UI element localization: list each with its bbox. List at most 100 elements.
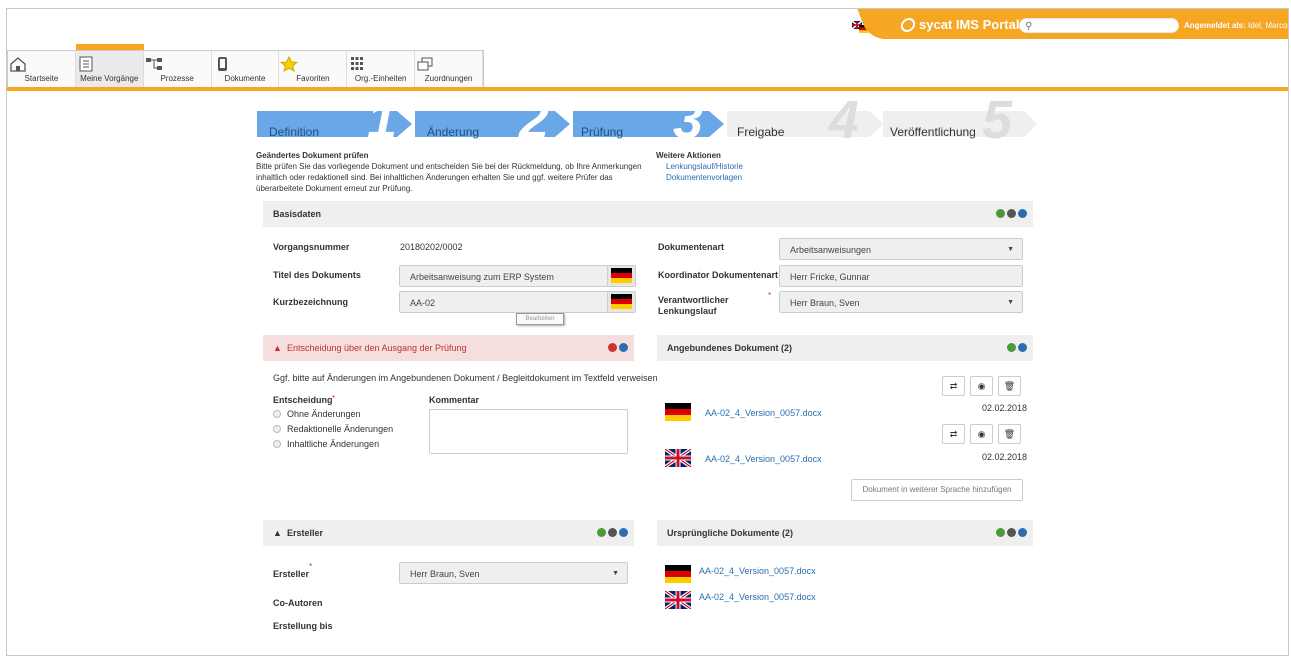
coautoren-label: Co-Autoren: [273, 598, 323, 608]
radio-label: Redaktionelle Änderungen: [287, 424, 394, 434]
swap-button[interactable]: ⇄: [942, 376, 965, 396]
nav-label: Prozesse: [160, 74, 194, 83]
doc-link[interactable]: AA-02_4_Version_0057.docx: [699, 592, 816, 602]
collapse-up-icon: ▲: [273, 343, 282, 353]
panel-title: Basisdaten: [273, 209, 322, 219]
doc-link[interactable]: AA-02_4_Version_0057.docx: [705, 454, 822, 464]
delete-button[interactable]: 🗑: [998, 424, 1021, 444]
ersteller-header[interactable]: ▲ Ersteller: [263, 520, 634, 546]
radio-label: Ohne Änderungen: [287, 409, 361, 419]
nav-startseite[interactable]: Startseite: [8, 51, 76, 88]
step-label: Prüfung: [581, 125, 624, 139]
nav-accent-line: [7, 87, 1288, 91]
windows-icon: [417, 57, 433, 71]
process-icon: [145, 58, 162, 70]
dokart-select[interactable]: Arbeitsanweisungen ▼: [779, 238, 1023, 260]
de-flag-button[interactable]: [607, 266, 635, 286]
check-icon[interactable]: [1007, 343, 1016, 352]
download-icon: ◉: [977, 429, 986, 439]
trash-icon: 🗑: [1003, 429, 1016, 439]
step-definition[interactable]: Definition 1: [261, 90, 411, 150]
step-label: Definition: [269, 125, 320, 139]
erstellung-bis-label: Erstellung bis: [273, 621, 333, 631]
radio-circle: [273, 440, 281, 448]
home-icon: [10, 57, 26, 72]
swap-icon: ⇄: [949, 429, 958, 439]
kommentar-textarea[interactable]: [429, 409, 628, 454]
titel-label: Titel des Dokuments: [273, 270, 361, 280]
help-icon[interactable]: [1018, 343, 1027, 352]
doc-date: 02.02.2018: [982, 403, 1028, 413]
delete-button[interactable]: 🗑: [998, 376, 1021, 396]
nav-prozesse[interactable]: Prozesse: [144, 51, 212, 88]
step-pruefung[interactable]: Prüfung 3: [573, 90, 723, 150]
doc-link[interactable]: AA-02_4_Version_0057.docx: [699, 566, 816, 576]
radio-inhaltliche[interactable]: Inhaltliche Änderungen: [273, 439, 379, 449]
nav-label: Dokumente: [224, 74, 266, 83]
nav-zuordnungen[interactable]: Zuordnungen: [415, 51, 484, 88]
download-button[interactable]: ◉: [970, 424, 993, 444]
radio-ohne-aenderungen[interactable]: Ohne Änderungen: [273, 409, 361, 419]
nav-dokumente[interactable]: Dokumente: [212, 51, 280, 88]
help-icon[interactable]: [619, 528, 628, 537]
chevron-down-icon: ▼: [612, 570, 619, 577]
entscheidung-label: Entscheidung: [273, 395, 333, 405]
field-value: Arbeitsanweisungen: [790, 245, 872, 255]
search-input[interactable]: ⚲: [1019, 18, 1179, 33]
radio-redaktionelle[interactable]: Redaktionelle Änderungen: [273, 424, 393, 434]
check-icon[interactable]: [597, 528, 606, 537]
chevron-down-icon: ▼: [1007, 299, 1014, 306]
nav-label: Favoriten: [296, 74, 330, 83]
check-icon[interactable]: [996, 209, 1005, 218]
help-icon[interactable]: [619, 343, 628, 352]
download-button[interactable]: ◉: [970, 376, 993, 396]
field-value: Herr Braun, Sven: [790, 298, 860, 308]
de-flag-button[interactable]: [607, 292, 635, 312]
step-number: 1: [367, 90, 398, 150]
step-number: 2: [519, 90, 550, 150]
close-icon[interactable]: [608, 343, 617, 352]
panel-title: Ersteller: [286, 528, 323, 538]
minus-icon[interactable]: [1007, 528, 1016, 537]
nav-org-einheiten[interactable]: Org.-Einheiten: [347, 51, 416, 88]
koord-label: Koordinator Dokumentenart: [658, 270, 779, 280]
basisdaten-header: Basisdaten: [263, 201, 1033, 227]
swap-icon: ⇄: [949, 381, 958, 391]
nav-favoriten[interactable]: Favoriten: [279, 51, 348, 88]
field-value: AA-02: [410, 298, 436, 308]
task-description: Geändertes Dokument prüfen Bitte prüfen …: [256, 150, 656, 194]
step-aenderung[interactable]: Änderung 2: [419, 90, 569, 150]
nav-label: Zuordnungen: [424, 74, 473, 83]
de-flag-icon: [611, 268, 632, 283]
check-icon[interactable]: [996, 528, 1005, 537]
task-text: Bitte prüfen Sie das vorliegende Dokumen…: [256, 162, 642, 193]
login-user[interactable]: Idel, Marco: [1248, 21, 1288, 30]
uk-flag-icon: [665, 449, 691, 467]
step-veroeffentlichung[interactable]: Veröffentlichung 5: [882, 90, 1032, 150]
minus-icon[interactable]: [1007, 209, 1016, 218]
dokart-label: Dokumentenart: [658, 242, 725, 252]
kurz-field[interactable]: AA-02: [399, 291, 636, 313]
kommentar-label: Kommentar: [429, 395, 480, 405]
nav-meine-vorgaenge[interactable]: Meine Vorgänge: [75, 44, 144, 88]
ersteller-select[interactable]: Herr Braun, Sven ▼: [399, 562, 628, 584]
radio-label: Inhaltliche Änderungen: [287, 439, 380, 449]
minus-icon[interactable]: [608, 528, 617, 537]
add-language-button[interactable]: Dokument in weiterer Sprache hinzufügen: [851, 479, 1023, 501]
de-flag-icon: [611, 294, 632, 309]
help-icon[interactable]: [1018, 528, 1027, 537]
step-freigabe[interactable]: Freigabe 4: [729, 90, 879, 150]
koord-field[interactable]: Herr Fricke, Gunnar: [779, 265, 1023, 287]
verant-select[interactable]: Herr Braun, Sven ▼: [779, 291, 1023, 313]
collapse-up-icon: ▲: [273, 528, 282, 538]
titel-field[interactable]: Arbeitsanweisung zum ERP System: [399, 265, 636, 287]
field-value: Arbeitsanweisung zum ERP System: [410, 272, 554, 282]
entscheidung-header[interactable]: ▲ Entscheidung über den Ausgang der Prüf…: [263, 335, 634, 361]
help-icon[interactable]: [1018, 209, 1027, 218]
swap-button[interactable]: ⇄: [942, 424, 965, 444]
entscheidung-hint: Ggf. bitte auf Änderungen im Angebundene…: [273, 373, 658, 383]
doc-link[interactable]: AA-02_4_Version_0057.docx: [705, 408, 822, 418]
link-lenkungslauf[interactable]: Lenkungslauf/Historie: [666, 161, 743, 172]
link-dokumentenvorlagen[interactable]: Dokumentenvorlagen: [666, 172, 743, 183]
panel-title: Ursprüngliche Dokumente (2): [667, 528, 794, 538]
